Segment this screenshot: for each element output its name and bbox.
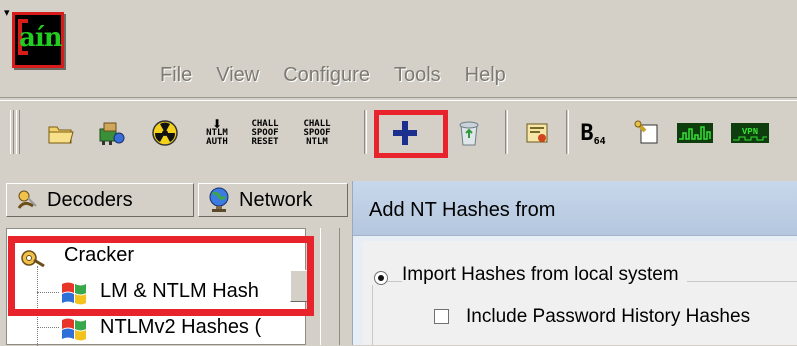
left-panel-tabs: Decoders Network (0, 180, 348, 220)
toolbar: ⬇ NTLM AUTH CHALL SPOOF RESET CHALL SPOO… (0, 100, 797, 162)
open-folder-icon (48, 126, 74, 144)
menu-help[interactable]: Help (453, 60, 518, 90)
vpn-button[interactable]: VPN (730, 116, 770, 150)
chall-spoof-ntlm-label: CHALL SPOOF NTLM (303, 118, 331, 147)
vpn-icon: VPN (731, 123, 769, 143)
add-button[interactable] (388, 116, 422, 150)
dialog-title: Add NT Hashes from (369, 199, 556, 221)
panel-splitter[interactable] (320, 228, 340, 345)
tab-decoders-label: Decoders (47, 188, 133, 211)
script-button[interactable] (630, 116, 664, 150)
menu-configure[interactable]: Configure (271, 60, 382, 90)
open-folder-button[interactable] (44, 116, 78, 150)
system-menu-icon[interactable]: ▾ (4, 8, 10, 19)
globe-icon (209, 187, 229, 212)
highlight-box-lm-ntlm (8, 236, 314, 316)
import-local-radio[interactable] (374, 271, 388, 285)
tab-decoders[interactable]: Decoders (6, 183, 194, 217)
base64-b-label: B (580, 120, 594, 146)
network-adapter-button[interactable] (94, 116, 128, 150)
chall-spoof-reset-button[interactable]: CHALL SPOOF RESET (248, 116, 282, 150)
toolbar-separator (566, 110, 569, 154)
recycle-bin-button[interactable] (452, 116, 486, 150)
toolbar-grip[interactable] (10, 110, 14, 154)
radiation-icon (152, 120, 178, 146)
add-icon (393, 121, 417, 145)
signal-button[interactable] (676, 116, 714, 150)
include-history-label: Include Password History Hashes (466, 306, 751, 327)
import-local-label: Import Hashes from local system (402, 264, 687, 286)
script-icon (634, 120, 658, 144)
toolbar-separator (505, 110, 508, 154)
menu-bar: File View Configure Tools Help (148, 60, 518, 90)
tree-connector (37, 327, 59, 328)
base64-sub-label: 64 (593, 135, 606, 147)
network-adapter-icon (99, 122, 125, 145)
logo-text: aín (19, 23, 63, 53)
certificate-icon (526, 123, 548, 143)
radiation-button[interactable] (148, 116, 182, 150)
menu-view[interactable]: View (204, 60, 271, 90)
tree-label-ntlmv2: NTLMv2 Hashes ( (100, 316, 262, 338)
menu-file[interactable]: File (148, 60, 204, 90)
svg-text:VPN: VPN (742, 127, 758, 137)
toolbar-separator (364, 110, 367, 154)
signal-icon (677, 123, 713, 143)
ntlm-auth-label: NTLM AUTH (206, 128, 228, 147)
ntlm-auth-button[interactable]: ⬇ NTLM AUTH (200, 116, 234, 150)
chall-spoof-reset-label: CHALL SPOOF RESET (251, 118, 279, 147)
tab-network[interactable]: Network (198, 183, 348, 217)
windows-flag-icon (62, 318, 86, 341)
chall-spoof-ntlm-button[interactable]: CHALL SPOOF NTLM (300, 116, 334, 150)
certificate-button[interactable] (520, 116, 554, 150)
base64-button[interactable]: B 64 (576, 116, 610, 150)
decoders-icon (17, 190, 37, 209)
cain-logo-icon: aín (12, 12, 64, 68)
dialog-titlebar[interactable]: Add NT Hashes from (353, 181, 797, 236)
include-history-checkbox[interactable] (434, 309, 449, 324)
menu-tools[interactable]: Tools (382, 60, 453, 90)
toolbar-grip[interactable] (16, 110, 20, 154)
tab-network-label: Network (239, 188, 313, 211)
recycle-bin-icon (459, 121, 479, 146)
